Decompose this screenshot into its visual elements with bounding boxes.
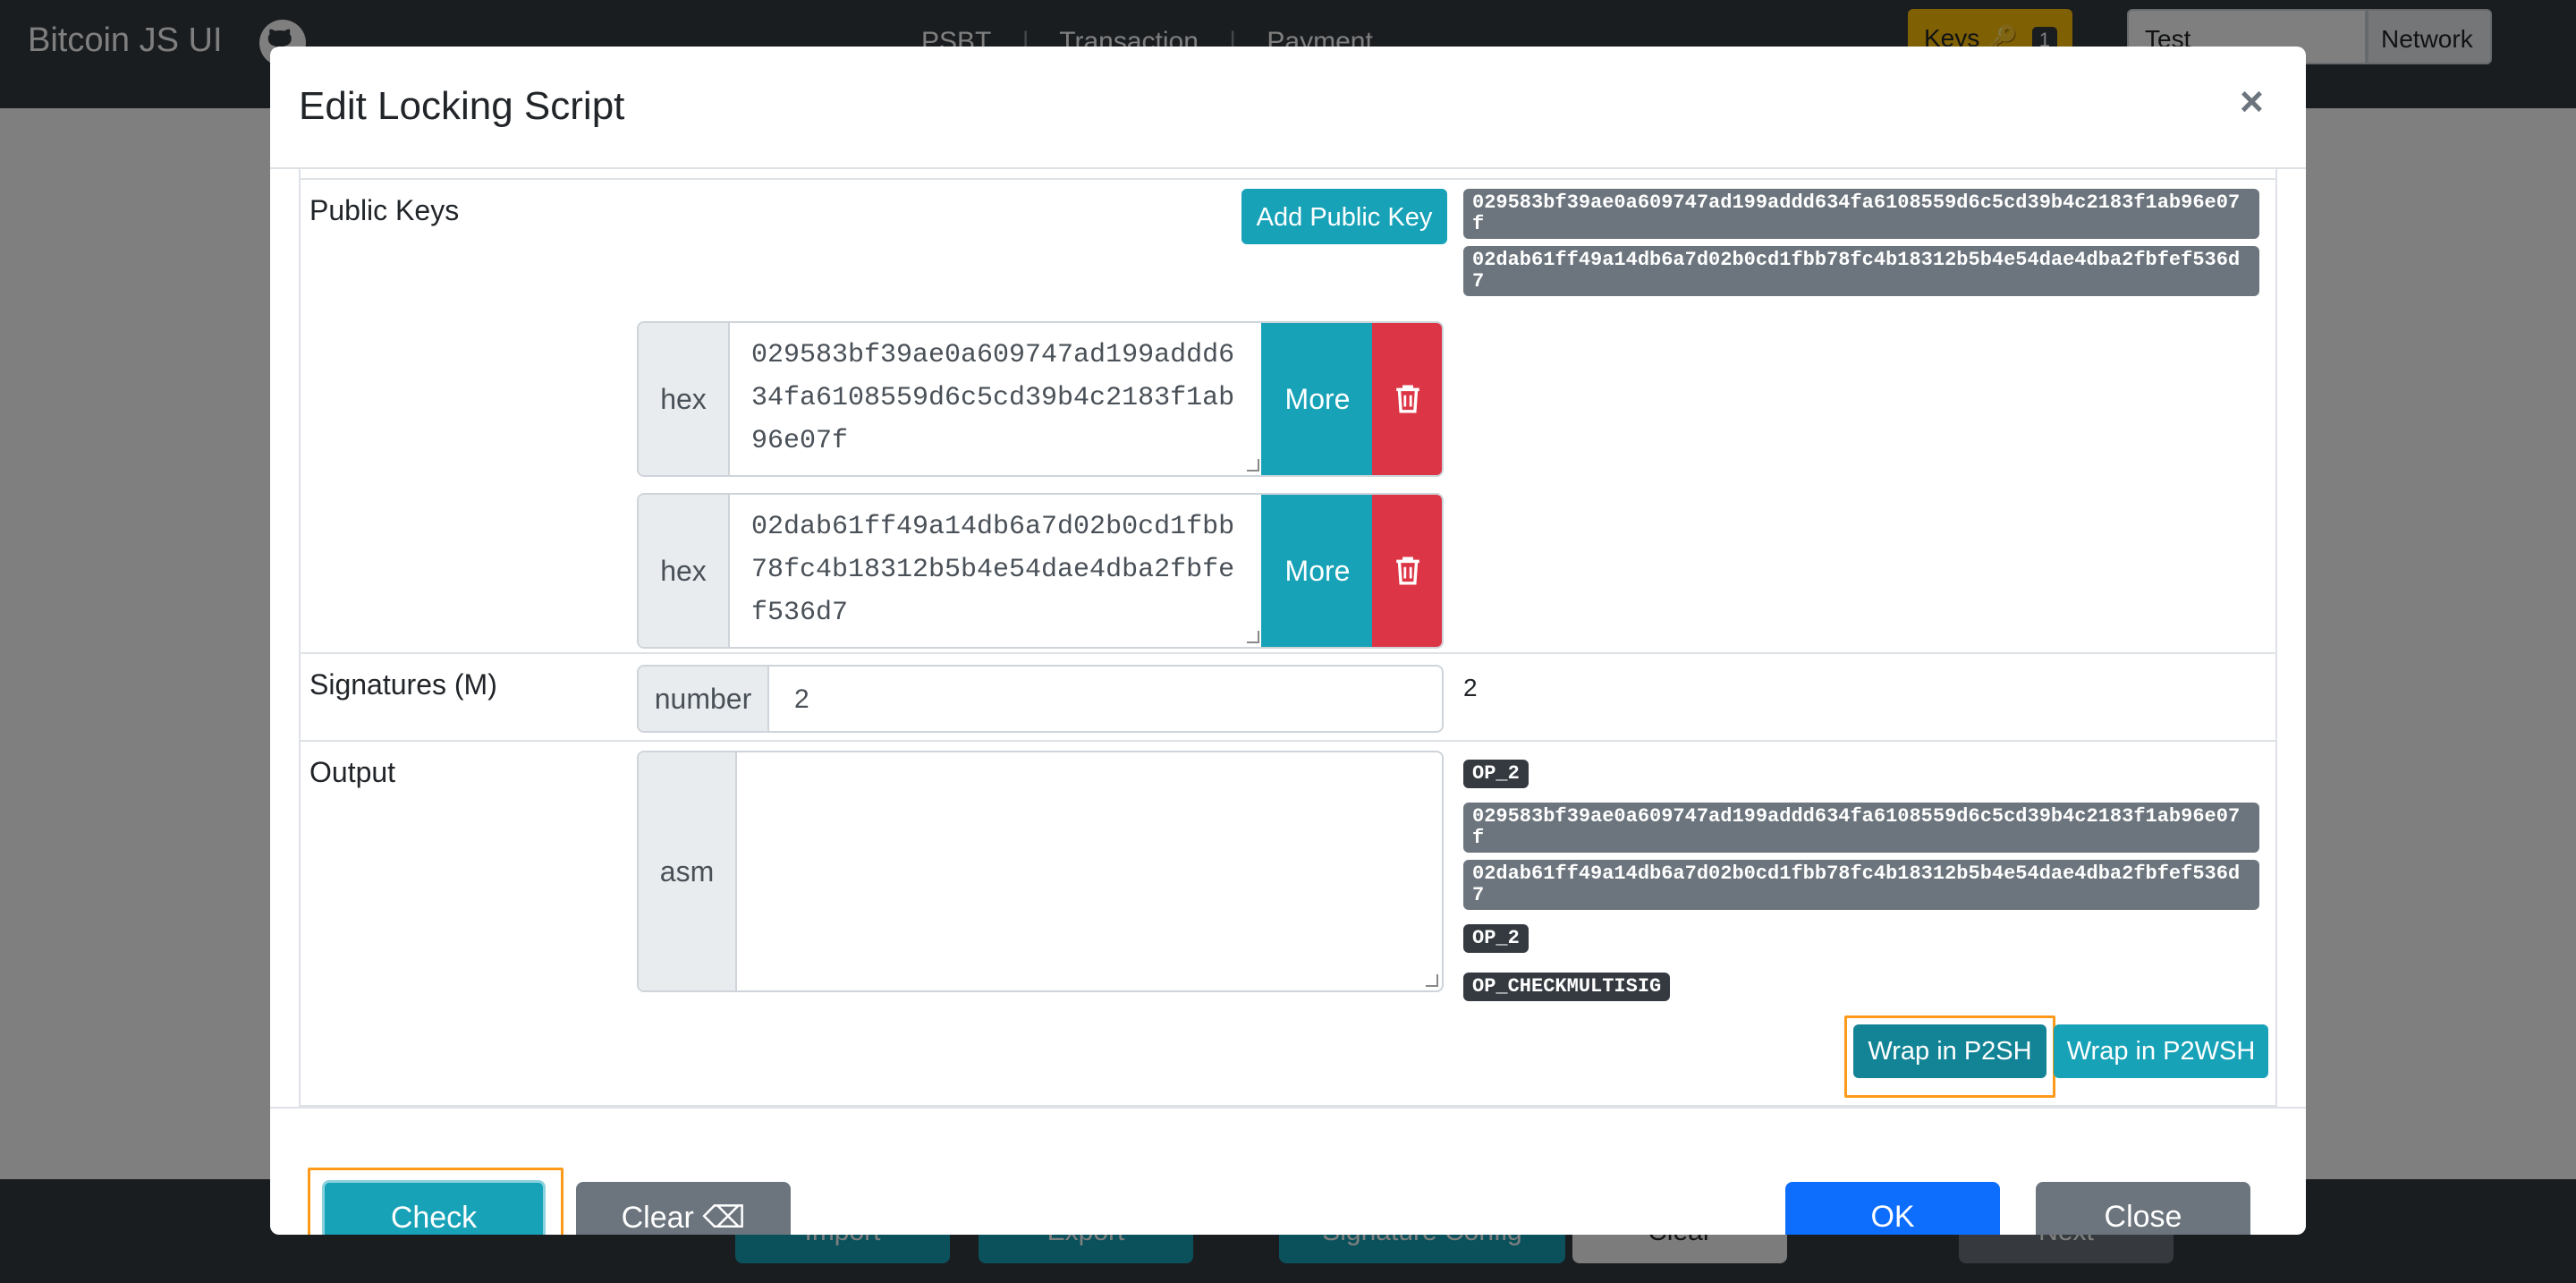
- modal-title: Edit Locking Script: [299, 84, 625, 128]
- number-prefix: number: [639, 667, 769, 731]
- hex-prefix: hex: [639, 495, 730, 647]
- clear-button[interactable]: Clear ⌫: [576, 1182, 791, 1235]
- signatures-value: 2: [1463, 674, 1478, 701]
- output-label: Output: [309, 756, 396, 788]
- delete-key-button[interactable]: [1372, 323, 1442, 475]
- resize-handle[interactable]: [1426, 974, 1438, 987]
- asm-op-badge: OP_CHECKMULTISIG: [1463, 973, 1671, 1001]
- eraser-icon: ⌫: [702, 1201, 746, 1235]
- trash-icon: [1396, 557, 1419, 585]
- add-public-key-button[interactable]: Add Public Key: [1241, 189, 1447, 244]
- output-input-group: asm: [637, 751, 1444, 992]
- asm-pubkey-badge: 02dab61ff49a14db6a7d02b0cd1fbb78fc4b1831…: [1463, 860, 2259, 910]
- wrap-p2sh-button[interactable]: Wrap in P2SH: [1853, 1024, 2046, 1078]
- ok-button[interactable]: OK: [1785, 1182, 2000, 1235]
- check-button[interactable]: Check: [322, 1180, 546, 1235]
- resize-handle[interactable]: [1247, 631, 1259, 643]
- asm-op-badge: OP_2: [1463, 924, 1529, 953]
- modal-body[interactable]: Public Keys Add Public Key 029583bf39ae0…: [270, 169, 2306, 1153]
- signatures-section: Signatures (M) number 2 2: [299, 654, 2277, 742]
- signatures-input-group: number 2: [637, 665, 1444, 733]
- modal-footer: Check Clear ⌫ OK Close: [270, 1107, 2306, 1235]
- pubkey-textarea[interactable]: 029583bf39ae0a609747ad199addd634fa610855…: [730, 323, 1261, 473]
- delete-key-button[interactable]: [1372, 495, 1442, 647]
- modal-header: Edit Locking Script ×: [270, 47, 2306, 169]
- signatures-input[interactable]: 2: [769, 667, 835, 731]
- more-button[interactable]: More: [1261, 323, 1374, 475]
- edit-locking-script-modal: Edit Locking Script × Public Keys Add Pu…: [270, 47, 2306, 1235]
- signatures-label: Signatures (M): [309, 668, 497, 701]
- asm-textarea[interactable]: [737, 752, 1442, 990]
- asm-prefix: asm: [639, 752, 737, 990]
- clear-label: Clear: [621, 1201, 694, 1235]
- pubkey-badge: 029583bf39ae0a609747ad199addd634fa610855…: [1463, 189, 2259, 239]
- asm-badges: OP_2 029583bf39ae0a609747ad199addd634fa6…: [1463, 760, 2259, 1008]
- pubkey-textarea[interactable]: 02dab61ff49a14db6a7d02b0cd1fbb78fc4b1831…: [730, 495, 1261, 645]
- trash-icon: [1396, 385, 1419, 413]
- pubkey-input-group: hex 029583bf39ae0a609747ad199addd634fa61…: [637, 321, 1444, 477]
- hex-prefix: hex: [639, 323, 730, 475]
- wrap-p2wsh-button[interactable]: Wrap in P2WSH: [2054, 1024, 2268, 1078]
- more-button[interactable]: More: [1261, 495, 1374, 647]
- public-keys-section: Public Keys Add Public Key 029583bf39ae0…: [299, 178, 2277, 654]
- asm-pubkey-badge: 029583bf39ae0a609747ad199addd634fa610855…: [1463, 803, 2259, 853]
- output-section: Output asm OP_2 029583bf39ae0a609747ad19…: [299, 742, 2277, 1107]
- asm-op-badge: OP_2: [1463, 760, 1529, 788]
- resize-handle[interactable]: [1247, 459, 1259, 472]
- pubkey-badge: 02dab61ff49a14db6a7d02b0cd1fbb78fc4b1831…: [1463, 246, 2259, 296]
- close-icon[interactable]: ×: [2240, 77, 2264, 125]
- public-keys-badges: 029583bf39ae0a609747ad199addd634fa610855…: [1463, 189, 2259, 303]
- public-keys-label: Public Keys: [309, 194, 460, 226]
- pubkey-input-group: hex 02dab61ff49a14db6a7d02b0cd1fbb78fc4b…: [637, 493, 1444, 649]
- close-button[interactable]: Close: [2036, 1182, 2250, 1235]
